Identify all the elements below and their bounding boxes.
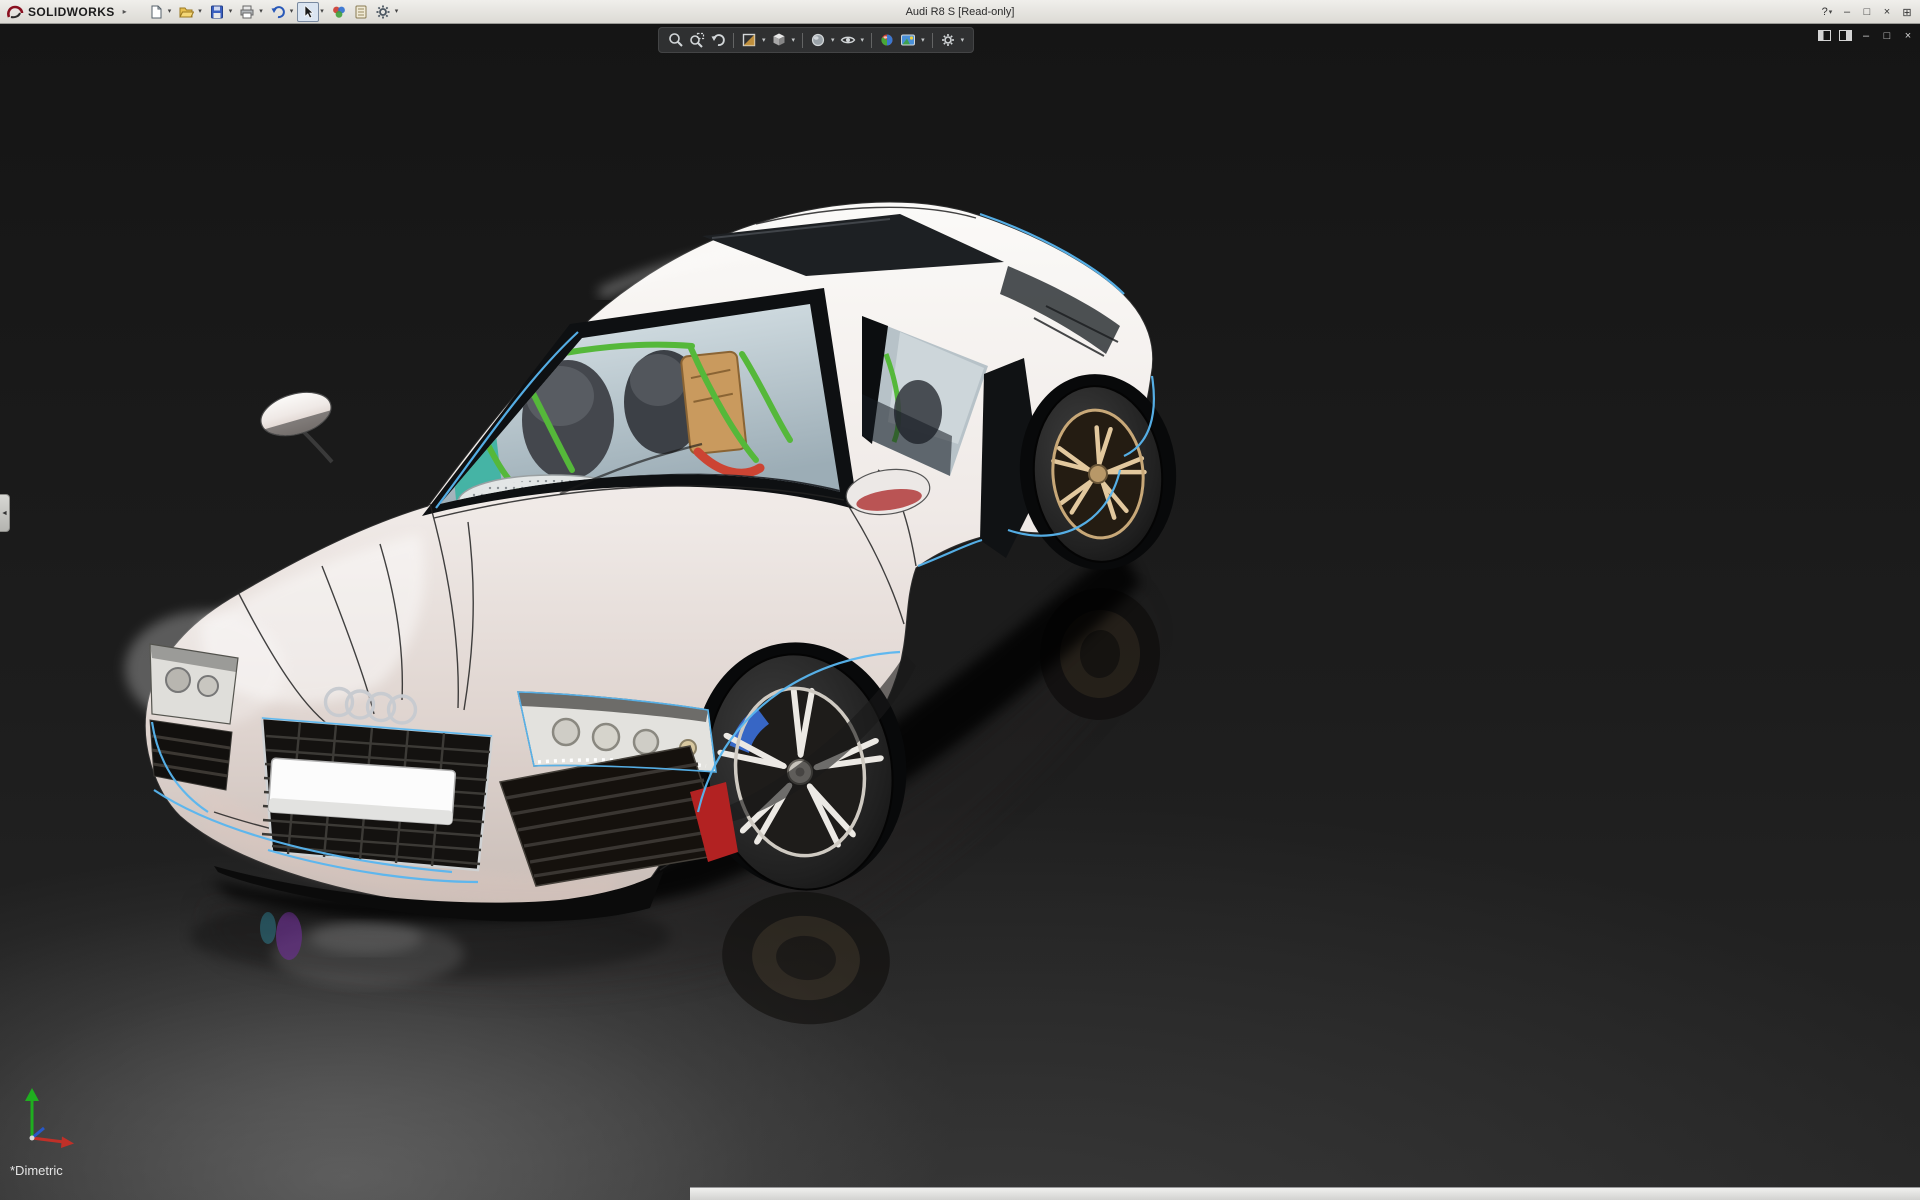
- apply-scene-button[interactable]: [898, 29, 918, 51]
- eye-icon: [840, 32, 856, 48]
- doc-pane-left-button[interactable]: [1817, 28, 1831, 43]
- dropdown-caret[interactable]: ▾: [395, 8, 399, 15]
- zoom-to-fit-button[interactable]: [666, 29, 686, 51]
- view-orientation-button[interactable]: [769, 29, 789, 51]
- view-settings-icon: [940, 32, 956, 48]
- zoom-fit-icon: [668, 32, 684, 48]
- view-settings-button[interactable]: [938, 29, 958, 51]
- close-button[interactable]: ×: [1878, 3, 1896, 21]
- layout-button[interactable]: ⊞: [1898, 3, 1916, 21]
- dropdown-caret[interactable]: ▾: [762, 37, 766, 44]
- zoom-to-area-button[interactable]: [687, 29, 707, 51]
- solidworks-logo[interactable]: SOLIDWORKS ▸: [0, 4, 127, 20]
- orientation-label: *Dimetric: [10, 1163, 63, 1178]
- dropdown-caret[interactable]: ▾: [259, 8, 263, 15]
- open-folder-icon: [178, 4, 194, 20]
- dropdown-caret[interactable]: ▾: [229, 8, 233, 15]
- menu-expand-icon[interactable]: ▸: [123, 7, 127, 16]
- pane-left-icon: [1818, 30, 1831, 41]
- design-binder-button[interactable]: [350, 2, 372, 22]
- undo-button[interactable]: [267, 2, 289, 22]
- app-titlebar: SOLIDWORKS ▸ ▾ ▾: [0, 0, 1920, 24]
- display-style-button[interactable]: [808, 29, 828, 51]
- section-view-button[interactable]: [739, 29, 759, 51]
- left-headlight: [150, 644, 238, 724]
- pane-right-icon: [1839, 30, 1852, 41]
- appearance-ball-icon: [879, 32, 895, 48]
- status-strip: [690, 1187, 1920, 1200]
- print-icon: [239, 4, 255, 20]
- feature-panel-collapse-tab[interactable]: ◄: [0, 494, 10, 532]
- dropdown-caret[interactable]: ▾: [198, 8, 202, 15]
- dropdown-caret[interactable]: ▾: [831, 37, 835, 44]
- doc-close-button[interactable]: ×: [1901, 28, 1915, 43]
- solidworks-window: SOLIDWORKS ▸ ▾ ▾: [0, 0, 1920, 1200]
- new-document-button[interactable]: [145, 2, 167, 22]
- options-button[interactable]: [372, 2, 394, 22]
- select-button[interactable]: [297, 2, 319, 22]
- toolbar-separator: [932, 33, 933, 48]
- dropdown-caret[interactable]: ▾: [168, 8, 172, 15]
- restore-button[interactable]: □: [1858, 3, 1876, 21]
- dropdown-caret[interactable]: ▾: [290, 8, 294, 15]
- section-view-icon: [741, 32, 757, 48]
- dropdown-caret[interactable]: ▾: [921, 37, 925, 44]
- reference-triad: [14, 1080, 84, 1150]
- left-mirror: [256, 385, 336, 462]
- document-window-controls: – □ ×: [1817, 28, 1915, 43]
- new-document-icon: [148, 4, 164, 20]
- toolbar-separator: [802, 33, 803, 48]
- dropdown-caret[interactable]: ▾: [320, 8, 324, 15]
- display-style-icon: [810, 32, 826, 48]
- dropdown-caret: ▾: [1829, 9, 1833, 16]
- edit-appearance-button[interactable]: [877, 29, 897, 51]
- toolbar-separator: [733, 33, 734, 48]
- undo-icon: [270, 4, 286, 20]
- help-button[interactable]: ? ▾: [1818, 3, 1836, 21]
- view-cube-icon: [771, 32, 787, 48]
- zoom-area-icon: [689, 32, 705, 48]
- 3d-model-view[interactable]: [0, 24, 1920, 1200]
- edit-color-button[interactable]: [328, 2, 350, 22]
- brand-text: SOLIDWORKS: [28, 5, 115, 19]
- hide-show-items-button[interactable]: [838, 29, 858, 51]
- window-controls: ? ▾ – □ × ⊞: [1818, 0, 1916, 24]
- minimize-button[interactable]: –: [1838, 3, 1856, 21]
- doc-pane-right-button[interactable]: [1838, 28, 1852, 43]
- print-button[interactable]: [236, 2, 258, 22]
- design-binder-icon: [353, 4, 369, 20]
- previous-view-button[interactable]: [708, 29, 728, 51]
- previous-view-icon: [710, 32, 726, 48]
- dropdown-caret[interactable]: ▾: [961, 37, 965, 44]
- heads-up-toolbar: ▾ ▾ ▾: [658, 27, 974, 53]
- options-gear-icon: [375, 4, 391, 20]
- doc-minimize-button[interactable]: –: [1859, 28, 1873, 43]
- doc-restore-button[interactable]: □: [1880, 28, 1894, 43]
- select-cursor-icon: [300, 4, 316, 20]
- edit-color-icon: [331, 4, 347, 20]
- toolbar-separator: [871, 33, 872, 48]
- dropdown-caret[interactable]: ▾: [792, 37, 796, 44]
- window-title: Audi R8 S [Read-only]: [906, 6, 1015, 18]
- main-toolbar: ▾ ▾ ▾: [145, 2, 403, 22]
- 3ds-logo-icon: [6, 4, 24, 20]
- dropdown-caret[interactable]: ▾: [861, 37, 865, 44]
- scene-icon: [900, 32, 916, 48]
- save-button[interactable]: [206, 2, 228, 22]
- help-icon: ?: [1822, 6, 1828, 18]
- open-button[interactable]: [175, 2, 197, 22]
- car-model: [125, 202, 1184, 922]
- save-floppy-icon: [209, 4, 225, 20]
- graphics-viewport[interactable]: ▾ ▾ ▾: [0, 24, 1920, 1200]
